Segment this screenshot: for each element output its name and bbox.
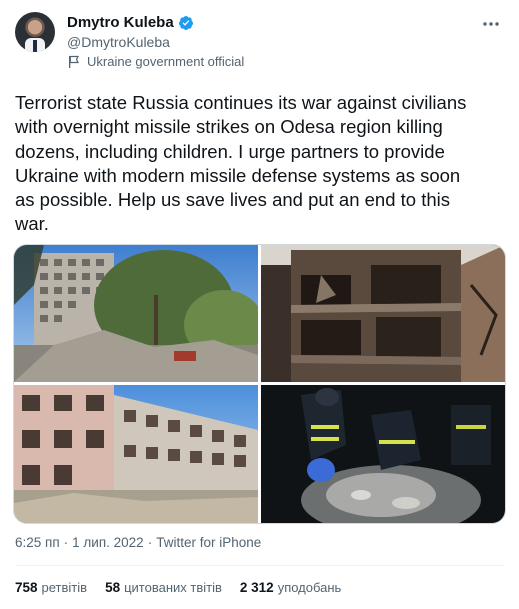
photo-damaged-pink-building[interactable] [14,385,258,523]
photo-rescue-workers-night[interactable] [261,385,505,523]
photo-damaged-apartment-block[interactable] [14,245,258,382]
account-label-text: Ukraine government official [87,54,245,69]
retweets-count: 758 [15,580,38,595]
tweet-time[interactable]: 6:25 пп [15,535,60,550]
tweet-date[interactable]: 1 лип. 2022 [72,535,144,550]
likes-stat[interactable]: 2 312 уподобань [240,580,341,595]
verified-badge-icon [178,15,193,30]
meta-separator: · [147,535,153,550]
meta-separator: · [63,535,69,550]
flag-icon [69,55,79,68]
retweets-stat[interactable]: 758 ретвітів [15,580,87,595]
more-options-icon[interactable] [481,18,501,30]
likes-count: 2 312 [239,580,274,595]
photo-burned-building[interactable] [261,245,505,382]
divider [15,565,505,566]
display-name[interactable]: Dmytro Kuleba [67,14,174,31]
tweet-card: Dmytro Kuleba @DmytroKuleba Ukraine gove… [0,0,519,609]
avatar[interactable] [15,12,55,52]
quote-tweets-count: 58 [105,580,121,595]
tweet-source: Twitter for iPhone [156,535,262,550]
quote-tweets-label: цитованих твітів [124,580,222,595]
user-handle[interactable]: @DmytroKuleba [67,34,170,50]
media-grid [13,244,506,524]
avatar-tie [33,40,37,52]
likes-label: уподобань [277,580,342,595]
quote-tweets-stat[interactable]: 58 цитованих твітів [105,580,222,595]
name-row: Dmytro Kuleba [67,14,194,31]
account-label: Ukraine government official [67,54,244,69]
tweet-text: Terrorist state Russia continues its war… [15,92,467,235]
tweet-meta: 6:25 пп · 1 лип. 2022 · Twitter for iPho… [15,535,261,550]
engagement-stats: 758 ретвітів 58 цитованих твітів 2 312 у… [15,580,359,595]
tweet-header: Dmytro Kuleba @DmytroKuleba Ukraine gove… [15,12,505,72]
retweets-label: ретвітів [41,580,88,595]
